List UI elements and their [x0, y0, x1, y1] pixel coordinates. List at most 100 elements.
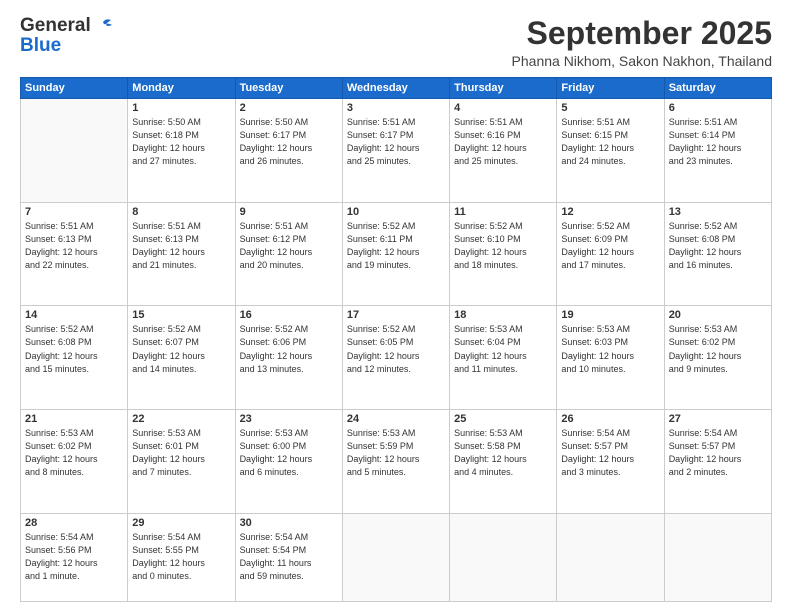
day-info: Sunrise: 5:52 AM Sunset: 6:08 PM Dayligh… — [669, 220, 767, 272]
day-number: 19 — [561, 309, 659, 321]
day-number: 28 — [25, 517, 123, 529]
day-info: Sunrise: 5:54 AM Sunset: 5:57 PM Dayligh… — [669, 427, 767, 479]
day-number: 26 — [561, 413, 659, 425]
table-row: 13 Sunrise: 5:52 AM Sunset: 6:08 PM Dayli… — [664, 202, 771, 306]
day-number: 24 — [347, 413, 445, 425]
table-row: 10Sunrise: 5:52 AM Sunset: 6:11 PM Dayli… — [342, 202, 449, 306]
day-number: 6 — [669, 102, 767, 114]
day-info: Sunrise: 5:50 AM Sunset: 6:17 PM Dayligh… — [240, 116, 338, 168]
table-row: 24 Sunrise: 5:53 AM Sunset: 5:59 PM Dayli… — [342, 410, 449, 514]
day-number: 18 — [454, 309, 552, 321]
table-row: 17 Sunrise: 5:52 AM Sunset: 6:05 PM Dayli… — [342, 306, 449, 410]
day-number: 7 — [25, 206, 123, 218]
location-title: Phanna Nikhom, Sakon Nakhon, Thailand — [512, 53, 772, 69]
day-info: Sunrise: 5:53 AM Sunset: 6:04 PM Dayligh… — [454, 323, 552, 375]
logo-general: General — [20, 15, 91, 36]
table-row: 9 Sunrise: 5:51 AM Sunset: 6:12 PM Daylig… — [235, 202, 342, 306]
day-number: 3 — [347, 102, 445, 114]
table-row — [342, 513, 449, 601]
day-info: Sunrise: 5:51 AM Sunset: 6:15 PM Dayligh… — [561, 116, 659, 168]
table-row: 25 Sunrise: 5:53 AM Sunset: 5:58 PM Dayli… — [450, 410, 557, 514]
day-info: Sunrise: 5:52 AM Sunset: 6:10 PM Dayligh… — [454, 220, 552, 272]
day-number: 2 — [240, 102, 338, 114]
day-number: 16 — [240, 309, 338, 321]
table-row: 11 Sunrise: 5:52 AM Sunset: 6:10 PM Dayli… — [450, 202, 557, 306]
table-row: 5 Sunrise: 5:51 AM Sunset: 6:15 PM Daylig… — [557, 99, 664, 203]
col-sunday: Sunday — [21, 78, 128, 99]
day-number: 14 — [25, 309, 123, 321]
month-title: September 2025 — [512, 16, 772, 51]
col-tuesday: Tuesday — [235, 78, 342, 99]
day-info: Sunrise: 5:51 AM Sunset: 6:14 PM Dayligh… — [669, 116, 767, 168]
day-info: Sunrise: 5:53 AM Sunset: 5:59 PM Dayligh… — [347, 427, 445, 479]
day-number: 1 — [132, 102, 230, 114]
table-row: 23 Sunrise: 5:53 AM Sunset: 6:00 PM Dayli… — [235, 410, 342, 514]
day-number: 27 — [669, 413, 767, 425]
day-number: 21 — [25, 413, 123, 425]
day-info: Sunrise: 5:51 AM Sunset: 6:12 PM Dayligh… — [240, 220, 338, 272]
table-row: 28 Sunrise: 5:54 AM Sunset: 5:56 PM Dayli… — [21, 513, 128, 601]
day-info: Sunrise: 5:52 AM Sunset: 6:11 PM Dayligh… — [347, 220, 445, 272]
day-number: 30 — [240, 517, 338, 529]
header: General Blue September 2025 Phanna Nikho… — [20, 16, 772, 69]
table-row: 3 Sunrise: 5:51 AM Sunset: 6:17 PM Daylig… — [342, 99, 449, 203]
table-row: 16 Sunrise: 5:52 AM Sunset: 6:06 PM Dayli… — [235, 306, 342, 410]
day-number: 22 — [132, 413, 230, 425]
table-row: 4Sunrise: 5:51 AM Sunset: 6:16 PM Daylig… — [450, 99, 557, 203]
day-info: Sunrise: 5:52 AM Sunset: 6:07 PM Dayligh… — [132, 323, 230, 375]
day-info: Sunrise: 5:53 AM Sunset: 5:58 PM Dayligh… — [454, 427, 552, 479]
table-row: 30 Sunrise: 5:54 AM Sunset: 5:54 PM Dayli… — [235, 513, 342, 601]
page: General Blue September 2025 Phanna Nikho… — [0, 0, 792, 612]
day-info: Sunrise: 5:54 AM Sunset: 5:56 PM Dayligh… — [25, 531, 123, 583]
logo: General Blue — [20, 16, 114, 57]
table-row: 8 Sunrise: 5:51 AM Sunset: 6:13 PM Daylig… — [128, 202, 235, 306]
table-row: 12Sunrise: 5:52 AM Sunset: 6:09 PM Dayli… — [557, 202, 664, 306]
day-number: 8 — [132, 206, 230, 218]
day-info: Sunrise: 5:54 AM Sunset: 5:55 PM Dayligh… — [132, 531, 230, 583]
day-info: Sunrise: 5:51 AM Sunset: 6:16 PM Dayligh… — [454, 116, 552, 168]
table-row: 22 Sunrise: 5:53 AM Sunset: 6:01 PM Dayli… — [128, 410, 235, 514]
day-info: Sunrise: 5:51 AM Sunset: 6:13 PM Dayligh… — [132, 220, 230, 272]
table-row: 2 Sunrise: 5:50 AM Sunset: 6:17 PM Daylig… — [235, 99, 342, 203]
day-number: 11 — [454, 206, 552, 218]
day-number: 9 — [240, 206, 338, 218]
table-row — [557, 513, 664, 601]
table-row: 1 Sunrise: 5:50 AM Sunset: 6:18 PM Daylig… — [128, 99, 235, 203]
day-info: Sunrise: 5:53 AM Sunset: 6:00 PM Dayligh… — [240, 427, 338, 479]
table-row: 19Sunrise: 5:53 AM Sunset: 6:03 PM Dayli… — [557, 306, 664, 410]
day-info: Sunrise: 5:52 AM Sunset: 6:08 PM Dayligh… — [25, 323, 123, 375]
day-number: 12 — [561, 206, 659, 218]
day-info: Sunrise: 5:53 AM Sunset: 6:01 PM Dayligh… — [132, 427, 230, 479]
day-number: 25 — [454, 413, 552, 425]
table-row: 26 Sunrise: 5:54 AM Sunset: 5:57 PM Dayli… — [557, 410, 664, 514]
day-number: 23 — [240, 413, 338, 425]
col-saturday: Saturday — [664, 78, 771, 99]
table-row — [664, 513, 771, 601]
day-number: 29 — [132, 517, 230, 529]
day-number: 5 — [561, 102, 659, 114]
day-info: Sunrise: 5:54 AM Sunset: 5:57 PM Dayligh… — [561, 427, 659, 479]
day-info: Sunrise: 5:54 AM Sunset: 5:54 PM Dayligh… — [240, 531, 338, 583]
col-thursday: Thursday — [450, 78, 557, 99]
table-row: 29 Sunrise: 5:54 AM Sunset: 5:55 PM Dayli… — [128, 513, 235, 601]
day-info: Sunrise: 5:52 AM Sunset: 6:05 PM Dayligh… — [347, 323, 445, 375]
col-monday: Monday — [128, 78, 235, 99]
day-info: Sunrise: 5:51 AM Sunset: 6:13 PM Dayligh… — [25, 220, 123, 272]
table-row — [21, 99, 128, 203]
day-number: 20 — [669, 309, 767, 321]
title-section: September 2025 Phanna Nikhom, Sakon Nakh… — [512, 16, 772, 69]
table-row: 6 Sunrise: 5:51 AM Sunset: 6:14 PM Daylig… — [664, 99, 771, 203]
day-info: Sunrise: 5:51 AM Sunset: 6:17 PM Dayligh… — [347, 116, 445, 168]
day-info: Sunrise: 5:52 AM Sunset: 6:06 PM Dayligh… — [240, 323, 338, 375]
col-wednesday: Wednesday — [342, 78, 449, 99]
table-row: 14 Sunrise: 5:52 AM Sunset: 6:08 PM Dayli… — [21, 306, 128, 410]
col-friday: Friday — [557, 78, 664, 99]
table-row: 15Sunrise: 5:52 AM Sunset: 6:07 PM Dayli… — [128, 306, 235, 410]
logo-bird-icon — [92, 18, 114, 34]
day-info: Sunrise: 5:50 AM Sunset: 6:18 PM Dayligh… — [132, 116, 230, 168]
table-row: 21Sunrise: 5:53 AM Sunset: 6:02 PM Dayli… — [21, 410, 128, 514]
calendar-table: Sunday Monday Tuesday Wednesday Thursday… — [20, 77, 772, 602]
day-number: 17 — [347, 309, 445, 321]
day-number: 13 — [669, 206, 767, 218]
day-info: Sunrise: 5:53 AM Sunset: 6:02 PM Dayligh… — [669, 323, 767, 375]
